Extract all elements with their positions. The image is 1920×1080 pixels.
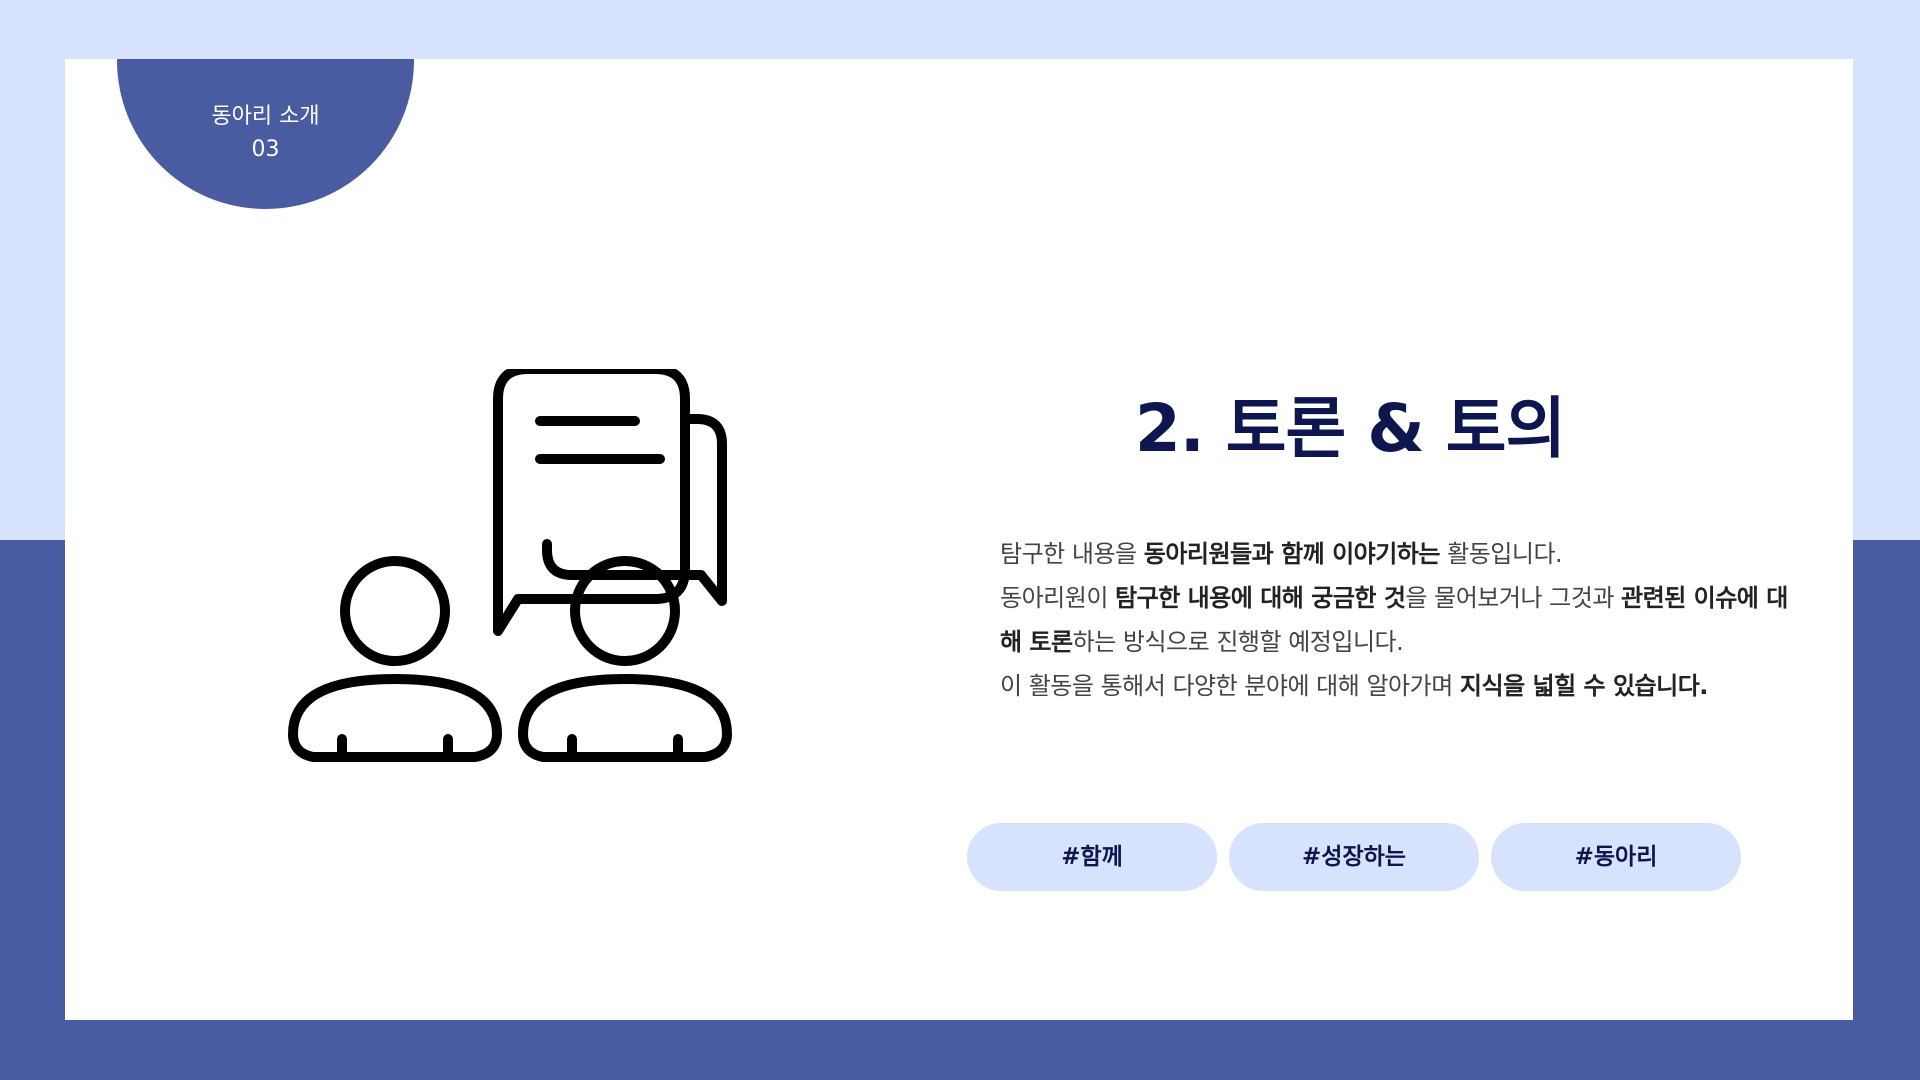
hashtag-club[interactable]: #동아리 xyxy=(1491,823,1741,891)
desc-text: 동아리원이 xyxy=(1000,584,1116,612)
person-left-icon xyxy=(288,556,502,762)
desc-text: 이 활동을 통해서 다양한 분야에 대해 알아가며 xyxy=(1000,672,1460,700)
person-right-icon xyxy=(518,556,732,762)
desc-emphasis: 동아리원들과 함께 이야기하는 xyxy=(1143,540,1441,568)
desc-text: 활동입니다. xyxy=(1440,540,1563,568)
description-paragraph: 동아리원이 탐구한 내용에 대해 궁금한 것을 물어보거나 그것과 관련된 이슈… xyxy=(1000,576,1790,664)
desc-emphasis: 지식을 넓힐 수 있습니다. xyxy=(1459,672,1708,700)
desc-text: 탐구한 내용을 xyxy=(1000,540,1144,568)
description-paragraph: 탐구한 내용을 동아리원들과 함께 이야기하는 활동입니다. xyxy=(1000,532,1790,576)
hashtag-list: #함께 #성장하는 #동아리 xyxy=(967,823,1747,891)
two-people-discussion-icon xyxy=(288,369,732,762)
slide-title: 2. 토론 & 토의 xyxy=(1134,390,1566,467)
desc-text: 하는 방식으로 진행할 예정입니다. xyxy=(1072,628,1404,656)
badge-number: 03 xyxy=(251,137,280,162)
hashtag-growing[interactable]: #성장하는 xyxy=(1229,823,1479,891)
speech-bubble-icon xyxy=(493,369,727,636)
description: 탐구한 내용을 동아리원들과 함께 이야기하는 활동입니다. 동아리원이 탐구한… xyxy=(1000,532,1790,708)
section-badge: 동아리 소개 03 xyxy=(117,59,414,209)
badge-label: 동아리 소개 xyxy=(211,104,320,129)
description-paragraph: 이 활동을 통해서 다양한 분야에 대해 알아가며 지식을 넓힐 수 있습니다. xyxy=(1000,664,1790,708)
desc-text: 을 물어보거나 그것과 xyxy=(1405,584,1622,612)
hashtag-together[interactable]: #함께 xyxy=(967,823,1217,891)
slide-card: 동아리 소개 03 2. 토론 & 토의 탐구한 내용을 동아리원들과 함께 이… xyxy=(65,59,1853,1020)
desc-emphasis: 탐구한 내용에 대해 궁금한 것 xyxy=(1115,584,1406,612)
